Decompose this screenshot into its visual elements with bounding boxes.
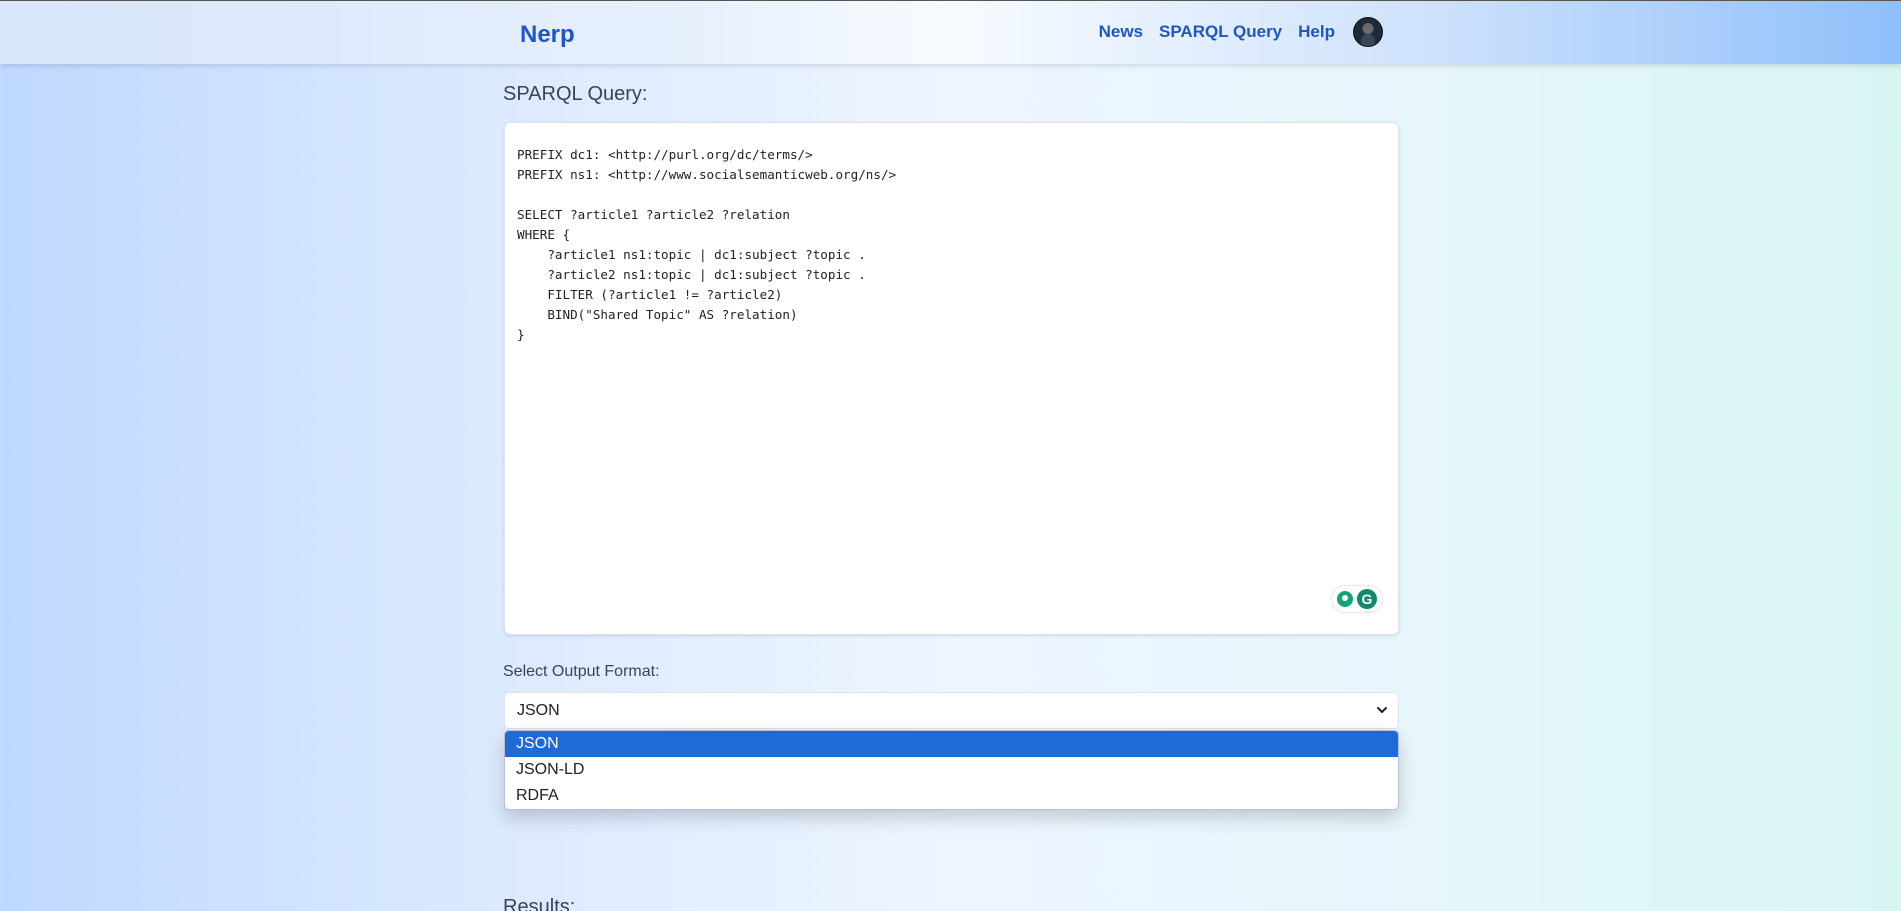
grammarly-widget[interactable]: G xyxy=(1332,586,1382,612)
nav-link-sparql-query[interactable]: SPARQL Query xyxy=(1159,22,1282,42)
chevron-down-icon xyxy=(1377,707,1387,713)
grammarly-bulb-icon[interactable] xyxy=(1337,591,1353,607)
nav-link-news[interactable]: News xyxy=(1099,22,1143,42)
user-avatar[interactable] xyxy=(1353,17,1383,47)
output-format-select[interactable]: JSON xyxy=(504,692,1399,729)
results-title: Results: xyxy=(503,896,576,911)
output-format-dropdown: JSON JSON-LD RDFA xyxy=(504,730,1399,810)
grammarly-logo-icon[interactable]: G xyxy=(1357,589,1377,609)
nav-link-help[interactable]: Help xyxy=(1298,22,1335,42)
navbar: Nerp News SPARQL Query Help xyxy=(0,0,1901,64)
brand-logo[interactable]: Nerp xyxy=(520,21,575,49)
query-section-title: SPARQL Query: xyxy=(503,83,648,105)
option-json-ld[interactable]: JSON-LD xyxy=(505,757,1398,783)
query-editor[interactable]: PREFIX dc1: <http://purl.org/dc/terms/> … xyxy=(504,122,1399,635)
option-rdfa[interactable]: RDFA xyxy=(505,783,1398,809)
query-textarea[interactable]: PREFIX dc1: <http://purl.org/dc/terms/> … xyxy=(517,145,896,345)
nav-links: News SPARQL Query Help xyxy=(1099,17,1383,47)
output-format-selected-value: JSON xyxy=(517,701,560,719)
output-format-label: Select Output Format: xyxy=(503,663,660,680)
option-json[interactable]: JSON xyxy=(505,731,1398,757)
